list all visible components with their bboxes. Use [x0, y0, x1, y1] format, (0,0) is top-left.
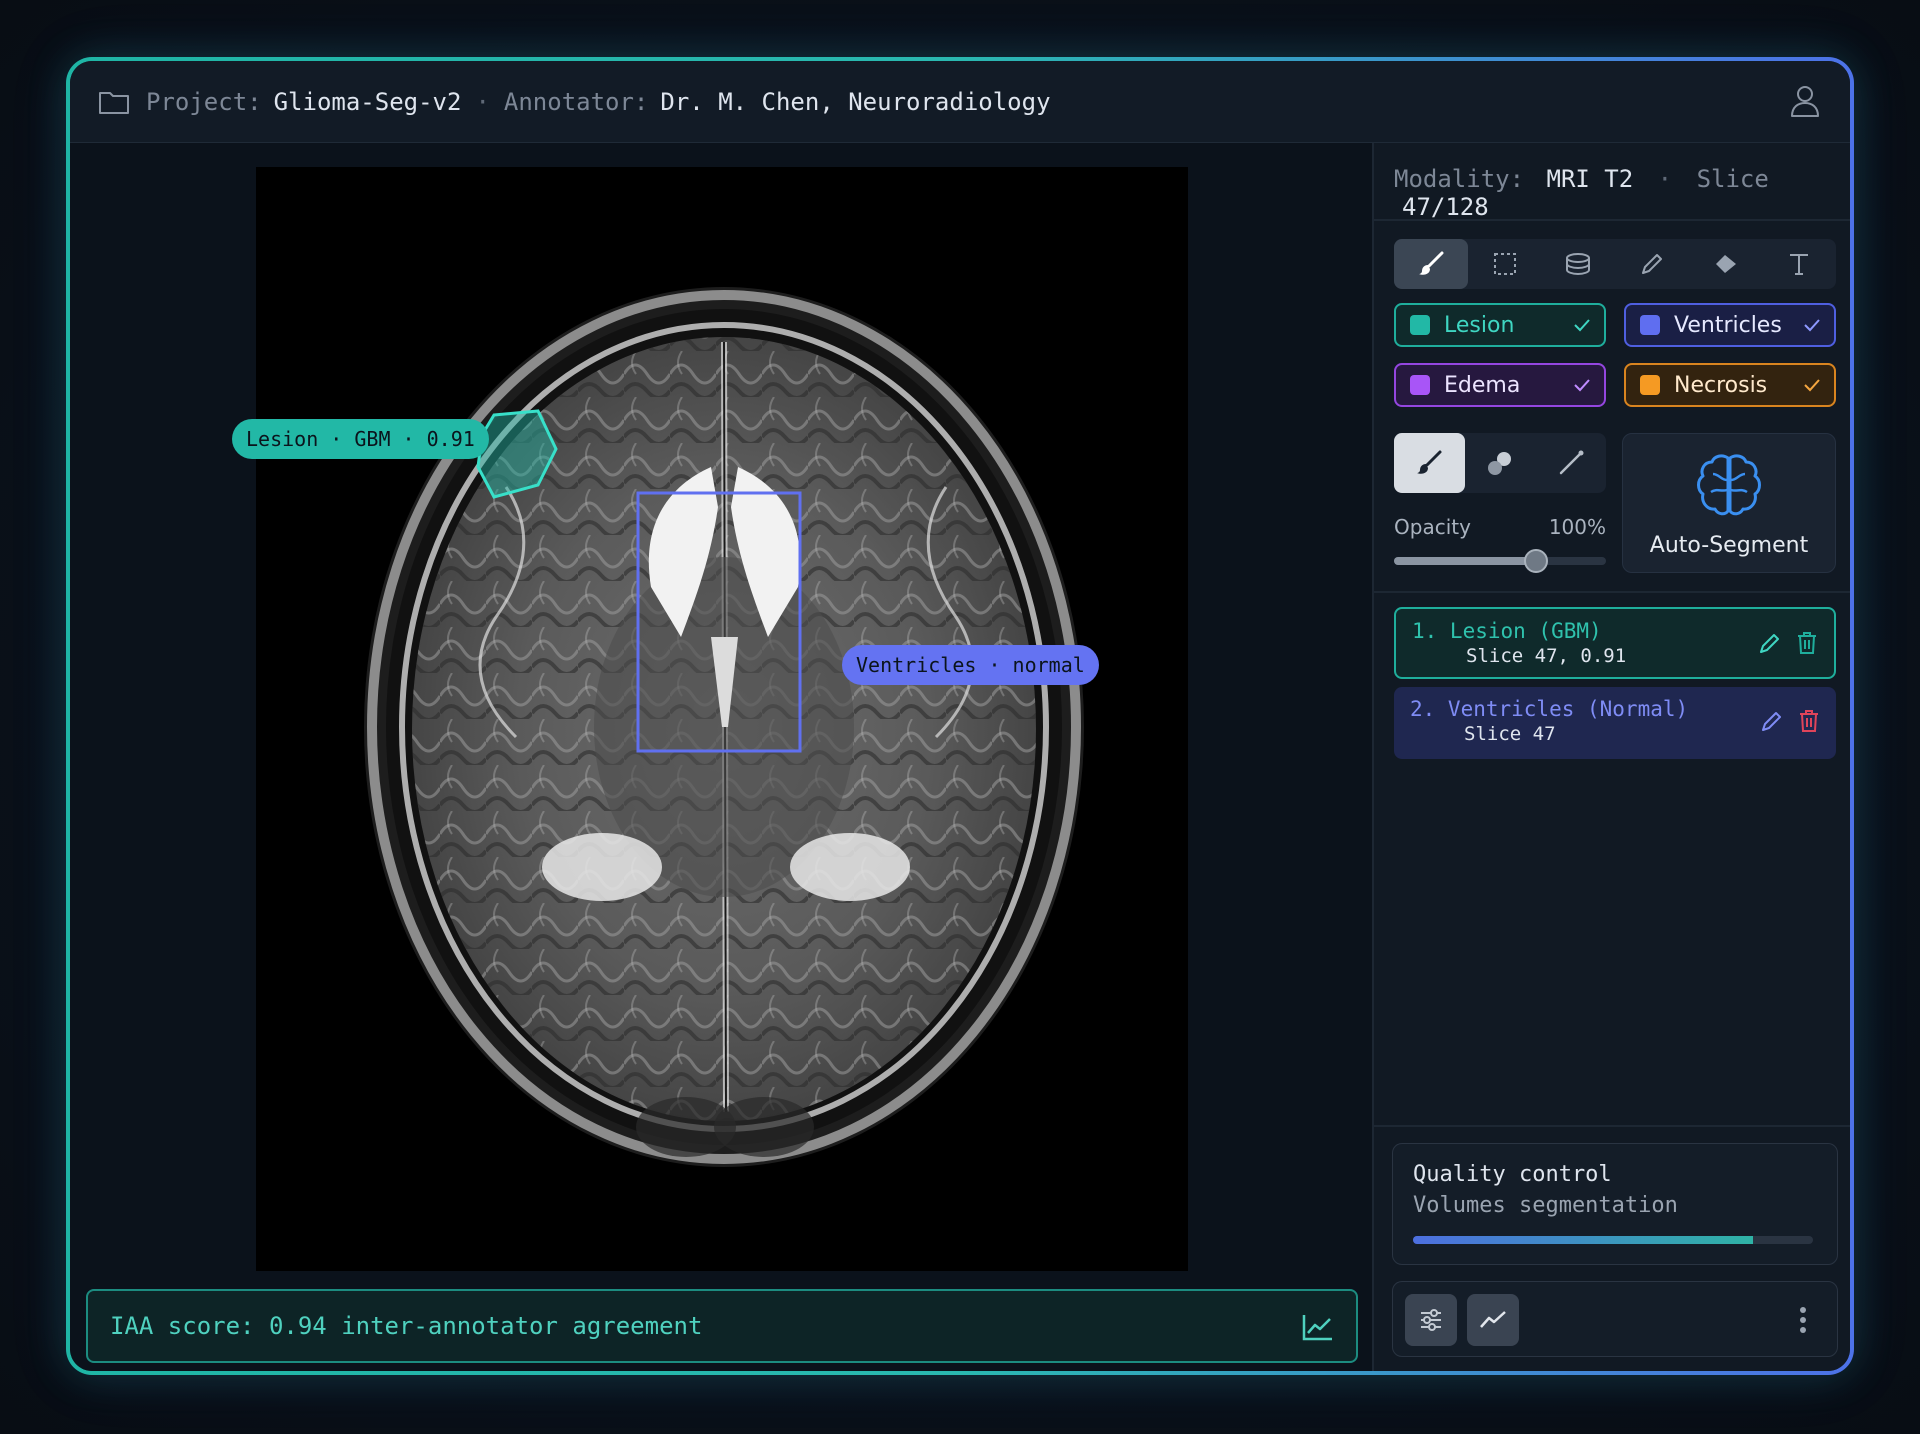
edit-icon[interactable]	[1760, 709, 1784, 733]
edit-icon[interactable]	[1758, 631, 1782, 655]
check-icon	[1574, 319, 1590, 332]
title-bar: Project: Glioma-Seg-v2 · Annotator: Dr. …	[70, 61, 1850, 143]
auto-segment-button[interactable]: Auto-Segment	[1622, 433, 1836, 573]
slice-value: 47/128	[1402, 193, 1489, 221]
right-panel: Modality: MRI T2 · Slice 47/128 Lesion V…	[1372, 143, 1850, 1371]
lesion-swatch	[1410, 315, 1430, 335]
class-label-edema: Edema	[1444, 372, 1521, 398]
text-tool-button[interactable]	[1762, 239, 1836, 289]
volume-tool-button[interactable]	[1541, 239, 1615, 289]
line-icon	[1559, 450, 1584, 475]
qc-subtitle: Volumes segmentation	[1413, 1193, 1678, 1218]
brain-icon	[1697, 454, 1761, 516]
modality-label: Modality:	[1394, 165, 1525, 193]
opacity-slider-handle[interactable]	[1524, 549, 1549, 573]
pencil-icon	[1641, 254, 1662, 274]
panel-divider	[1374, 591, 1850, 593]
panel-divider	[1374, 219, 1850, 221]
annotation-item-2[interactable]: 2. Ventricles (Normal) Slice 47	[1394, 687, 1836, 759]
brush-tool-button[interactable]	[1394, 239, 1468, 289]
lesion-label-tag[interactable]: Lesion · GBM · 0.91	[232, 419, 489, 459]
smart-brush-button[interactable]	[1465, 433, 1536, 493]
trend-icon	[1480, 1311, 1506, 1328]
sliders-icon	[1421, 1309, 1441, 1331]
more-options-icon[interactable]	[1799, 1306, 1807, 1334]
folder-icon[interactable]	[98, 89, 130, 115]
volume-icon	[1566, 253, 1591, 276]
project-name[interactable]: Glioma-Seg-v2	[274, 88, 462, 116]
opacity-slider-fill	[1394, 557, 1537, 565]
breadcrumb: Project: Glioma-Seg-v2 · Annotator: Dr. …	[98, 88, 1051, 116]
fill-tool-button[interactable]	[1689, 239, 1763, 289]
paint-brush-icon	[1417, 450, 1442, 474]
lesion-tag-text: Lesion · GBM · 0.91	[246, 427, 475, 451]
class-chip-necrosis[interactable]: Necrosis	[1624, 363, 1836, 407]
image-viewer[interactable]: Lesion · GBM · 0.91 Ventricles · normal …	[70, 143, 1372, 1371]
settings-sliders-button[interactable]	[1405, 1294, 1457, 1346]
slice-label: Slice	[1696, 165, 1769, 193]
opacity-slider[interactable]	[1394, 549, 1606, 573]
ventricles-swatch	[1640, 315, 1660, 335]
check-icon	[1574, 379, 1590, 392]
check-icon	[1804, 379, 1820, 392]
edema-swatch	[1410, 375, 1430, 395]
project-label: Project:	[146, 87, 262, 116]
class-chip-lesion[interactable]: Lesion	[1394, 303, 1606, 347]
rect-select-tool-button[interactable]	[1468, 239, 1542, 289]
modality-info: Modality: MRI T2 · Slice 47/128	[1394, 165, 1850, 221]
text-icon	[1790, 254, 1809, 275]
ventricles-label-tag[interactable]: Ventricles · normal	[842, 645, 1099, 685]
mri-scan-canvas[interactable]	[256, 167, 1188, 1271]
app-window: Project: Glioma-Seg-v2 · Annotator: Dr. …	[66, 57, 1854, 1375]
class-label-necrosis: Necrosis	[1674, 372, 1768, 398]
quality-control-card: Quality control Volumes segmentation	[1392, 1143, 1838, 1265]
ventricles-tag-text: Ventricles · normal	[856, 653, 1085, 677]
brush-icon	[1418, 251, 1444, 275]
class-chip-edema[interactable]: Edema	[1394, 363, 1606, 407]
user-icon[interactable]	[1790, 85, 1820, 117]
annotation-item-1[interactable]: 1. Lesion (GBM) Slice 47, 0.91	[1394, 607, 1836, 679]
class-label-ventricles: Ventricles	[1674, 312, 1782, 338]
trash-icon[interactable]	[1796, 631, 1818, 655]
line-tool-button[interactable]	[1535, 433, 1606, 493]
qc-title: Quality control	[1413, 1162, 1612, 1187]
class-label-lesion: Lesion	[1444, 312, 1515, 338]
pencil-tool-button[interactable]	[1615, 239, 1689, 289]
class-chip-ventricles[interactable]: Ventricles	[1624, 303, 1836, 347]
opacity-label: Opacity	[1394, 515, 1471, 539]
spheres-icon	[1488, 452, 1511, 475]
annotator-name: Dr. M. Chen, Neuroradiology	[660, 87, 1051, 116]
paint-brush-button[interactable]	[1394, 433, 1465, 493]
line-chart-icon[interactable]	[1302, 1313, 1334, 1341]
mri-scan-image	[364, 287, 1084, 1167]
iaa-score-text: IAA score: 0.94 inter-annotator agreemen…	[110, 1312, 703, 1340]
opacity-value: 100%	[1548, 515, 1606, 539]
tool-palette	[1394, 239, 1836, 289]
rect-select-icon	[1493, 253, 1516, 275]
panel-divider	[1374, 1125, 1850, 1127]
annotator-label: Annotator:	[503, 87, 649, 116]
fill-icon	[1715, 255, 1736, 273]
qc-progress-fill	[1413, 1236, 1753, 1244]
necrosis-swatch	[1640, 375, 1660, 395]
brush-mode-group	[1394, 433, 1606, 493]
trash-icon[interactable]	[1798, 709, 1820, 733]
check-icon	[1804, 319, 1820, 332]
separator: ·	[475, 87, 490, 116]
auto-segment-label: Auto-Segment	[1649, 533, 1809, 558]
panel-bottom-toolbar	[1392, 1281, 1838, 1357]
qc-progress-bar	[1413, 1236, 1813, 1244]
modality-separator: ·	[1657, 165, 1673, 193]
modality-value: MRI T2	[1546, 165, 1634, 193]
iaa-score-bar: IAA score: 0.94 inter-annotator agreemen…	[86, 1289, 1358, 1363]
analytics-button[interactable]	[1467, 1294, 1519, 1346]
opacity-control: Opacity 100%	[1394, 515, 1606, 539]
